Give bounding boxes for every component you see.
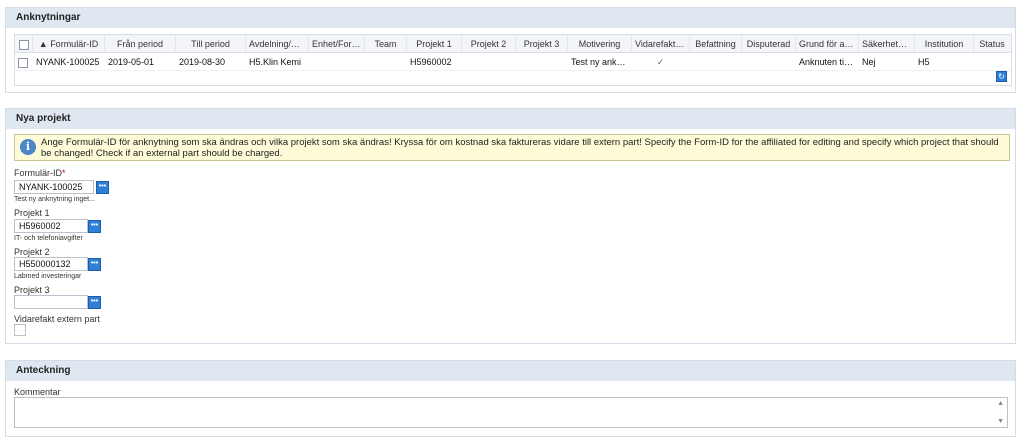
form-id-description: Test ny anknytning inget... (14, 196, 95, 203)
affiliations-panel: Anknytningar ▲ Formulär-ID Från period T… (5, 7, 1016, 93)
cell-project1: H5960002 (410, 57, 452, 67)
info-icon: i (20, 139, 36, 155)
col-motivation[interactable]: Motivering (568, 35, 632, 52)
scroll-up-icon[interactable]: ▲ (997, 400, 1004, 407)
select-all-checkbox[interactable] (15, 35, 33, 52)
cell-position (690, 53, 742, 70)
new-projects-title: Nya projekt (6, 109, 1015, 129)
col-team[interactable]: Team (365, 35, 407, 52)
col-from-period[interactable]: Från period (105, 35, 176, 52)
col-department[interactable]: Avdelning/Ce... (246, 35, 309, 52)
cell-institution: H5 (918, 57, 930, 67)
col-project3[interactable]: Projekt 3 (516, 35, 568, 52)
row-checkbox[interactable] (15, 53, 33, 70)
cell-security: Nej (862, 57, 876, 67)
project1-description: IT- och telefoniavgifter (14, 235, 83, 242)
col-to-period[interactable]: Till period (176, 35, 246, 52)
external-label: Vidarefakt extern part (14, 314, 100, 324)
project3-label: Projekt 3 (14, 285, 50, 295)
col-security[interactable]: Säkerhetst... (859, 35, 915, 52)
col-defended[interactable]: Disputerad (742, 35, 796, 52)
col-institution[interactable]: Institution (915, 35, 974, 52)
cell-defended (742, 53, 796, 70)
col-form-id[interactable]: ▲ Formulär-ID (33, 35, 105, 52)
cell-project2 (462, 53, 516, 70)
info-text: Ange Formulär-ID för anknytning som ska … (41, 137, 999, 159)
cell-reason: Anknuten till... (799, 57, 856, 67)
col-unit[interactable]: Enhet/Fors... (309, 35, 365, 52)
scroll-down-icon[interactable]: ▼ (997, 418, 1004, 425)
project2-lookup-icon[interactable]: ••• (88, 258, 101, 271)
cell-department: H5.Klin Kemi (249, 57, 302, 67)
project2-input[interactable]: H550000132 (14, 257, 88, 271)
refresh-icon[interactable]: ↻ (996, 71, 1007, 82)
project1-label: Projekt 1 (14, 208, 50, 218)
col-position[interactable]: Befattning (690, 35, 742, 52)
cell-project3 (516, 53, 568, 70)
required-mark: * (62, 168, 66, 178)
note-title: Anteckning (6, 361, 1015, 381)
cell-form-id: NYANK-100025 (36, 57, 100, 67)
project1-input[interactable]: H5960002 (14, 219, 88, 233)
project2-label: Projekt 2 (14, 247, 50, 257)
project1-lookup-icon[interactable]: ••• (88, 220, 101, 233)
table-row[interactable]: NYANK-100025 2019-05-01 2019-08-30 H5.Kl… (15, 53, 1011, 71)
form-id-label-text: Formulär-ID (14, 168, 63, 178)
note-panel: Anteckning Kommentar ▲ ▼ (5, 360, 1016, 437)
col-reason[interactable]: Grund för ank... (796, 35, 859, 52)
affiliations-grid: ▲ Formulär-ID Från period Till period Av… (14, 34, 1012, 86)
comment-textarea[interactable]: ▲ ▼ (14, 397, 1008, 428)
col-invoiced[interactable]: Vidarefaktu... (632, 35, 690, 52)
external-checkbox[interactable] (14, 324, 26, 336)
project3-lookup-icon[interactable]: ••• (88, 296, 101, 309)
cell-invoiced-check-icon: ✓ (656, 57, 665, 67)
info-box: i Ange Formulär-ID för anknytning som sk… (14, 134, 1010, 161)
cell-unit (309, 53, 365, 70)
cell-to-period: 2019-08-30 (179, 57, 226, 67)
cell-status (974, 53, 1010, 70)
project2-description: Labmed investeringar (14, 273, 82, 280)
col-status[interactable]: Status (974, 35, 1010, 52)
form-id-label: Formulär-ID* (14, 168, 66, 178)
cell-motivation: Test ny ankn... (571, 57, 630, 67)
col-project1[interactable]: Projekt 1 (407, 35, 462, 52)
affiliations-title: Anknytningar (6, 8, 1015, 28)
cell-from-period: 2019-05-01 (108, 57, 155, 67)
grid-header: ▲ Formulär-ID Från period Till period Av… (15, 35, 1011, 53)
comment-label: Kommentar (14, 387, 61, 397)
form-id-input[interactable]: NYANK-100025 (14, 180, 94, 194)
new-projects-panel: Nya projekt i Ange Formulär-ID för ankny… (5, 108, 1016, 344)
form-id-lookup-icon[interactable]: ••• (96, 181, 109, 194)
cell-team (365, 53, 407, 70)
project3-input[interactable] (14, 295, 88, 309)
col-project2[interactable]: Projekt 2 (462, 35, 516, 52)
